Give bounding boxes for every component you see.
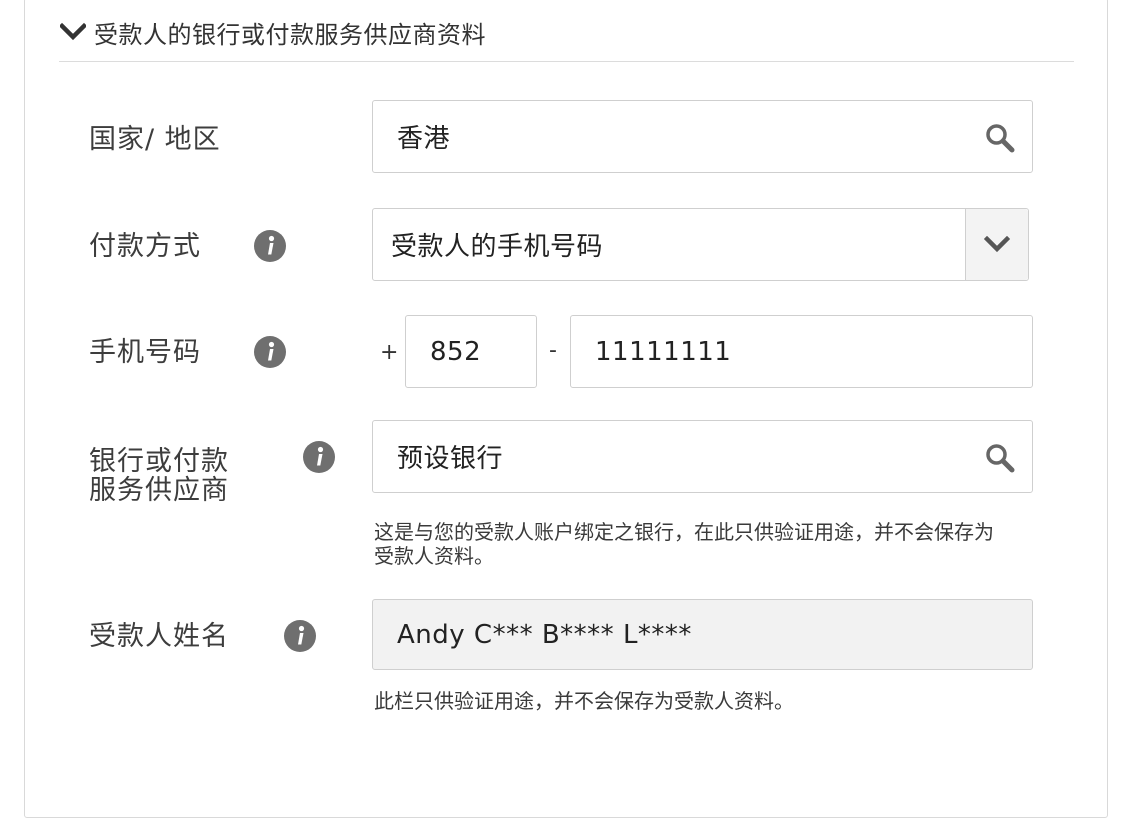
bank-search-input[interactable]: 预设银行 bbox=[372, 420, 1033, 493]
mobile-number-value: 11111111 bbox=[595, 336, 732, 367]
dropdown-button[interactable] bbox=[965, 209, 1028, 280]
search-icon[interactable] bbox=[984, 442, 1016, 474]
country-code-value: 852 bbox=[430, 336, 482, 367]
info-icon[interactable] bbox=[254, 336, 286, 368]
bank-label-line2: 服务供应商 bbox=[89, 475, 229, 506]
payee-name-value: Andy C*** B**** L**** bbox=[397, 619, 692, 650]
info-icon[interactable] bbox=[254, 230, 286, 262]
section-toggle[interactable]: 受款人的银行或付款服务供应商资料 bbox=[60, 14, 486, 50]
bank-help-line1: 这是与您的受款人账户绑定之银行，在此只供验证用途，并不会保存为 bbox=[374, 520, 994, 544]
country-code-input[interactable]: 852 bbox=[405, 315, 537, 388]
section-title: 受款人的银行或付款服务供应商资料 bbox=[94, 20, 486, 49]
bank-help-line2: 受款人资料。 bbox=[374, 544, 494, 568]
section-divider bbox=[59, 61, 1074, 62]
payment-method-label: 付款方式 bbox=[89, 231, 201, 262]
search-icon[interactable] bbox=[984, 122, 1016, 154]
dash-separator: - bbox=[549, 338, 557, 363]
mobile-number-input[interactable]: 11111111 bbox=[570, 315, 1033, 388]
bank-value: 预设银行 bbox=[397, 444, 504, 474]
payment-method-select[interactable]: 受款人的手机号码 bbox=[372, 208, 1029, 281]
chevron-down-icon bbox=[984, 235, 1010, 252]
plus-sign: + bbox=[380, 340, 399, 365]
payment-method-value: 受款人的手机号码 bbox=[391, 232, 604, 262]
chevron-down-icon bbox=[60, 22, 86, 41]
mobile-label: 手机号码 bbox=[89, 337, 201, 368]
payee-name-help: 此栏只供验证用途，并不会保存为受款人资料。 bbox=[374, 689, 794, 713]
info-icon[interactable] bbox=[284, 620, 316, 652]
bank-label-line1: 银行或付款 bbox=[89, 446, 229, 477]
payee-name-label: 受款人姓名 bbox=[89, 621, 229, 652]
country-search-input[interactable]: 香港 bbox=[372, 100, 1033, 173]
info-icon[interactable] bbox=[303, 441, 335, 473]
payee-name-field: Andy C*** B**** L**** bbox=[372, 599, 1033, 670]
country-value: 香港 bbox=[397, 124, 451, 154]
country-label: 国家/ 地区 bbox=[89, 124, 221, 155]
